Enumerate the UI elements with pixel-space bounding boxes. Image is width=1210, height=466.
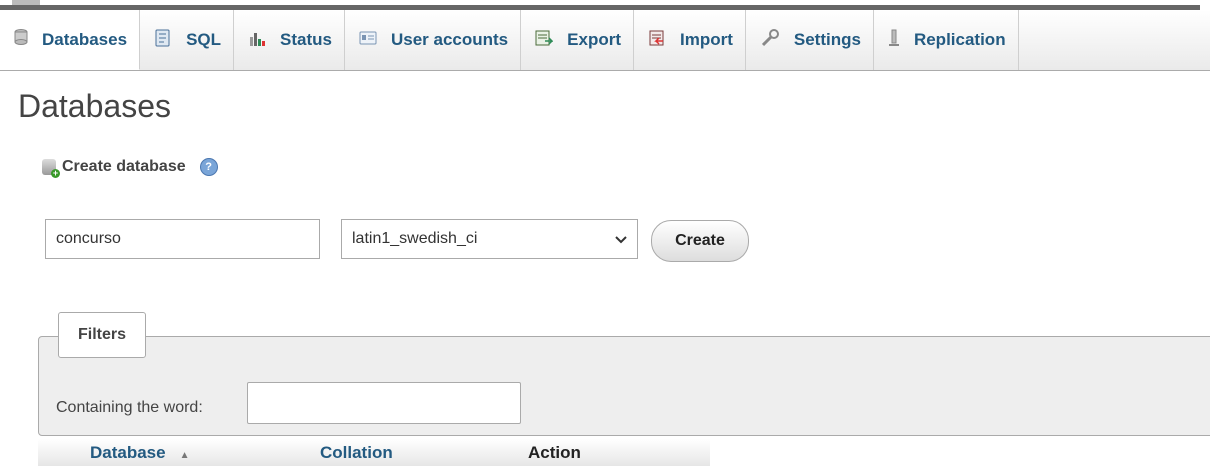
create-database-heading: + Create database ? xyxy=(42,158,218,178)
filters-fieldset xyxy=(38,336,1210,436)
tab-user-accounts[interactable]: User accounts xyxy=(345,10,522,70)
settings-icon xyxy=(760,28,780,52)
database-header-label: Database xyxy=(90,443,166,462)
database-icon xyxy=(14,29,28,50)
sort-ascending-icon: ▲ xyxy=(179,450,190,461)
replication-icon xyxy=(888,29,900,52)
tab-label: Status xyxy=(280,30,332,49)
create-button[interactable]: Create xyxy=(651,220,749,262)
tab-import[interactable]: Import xyxy=(634,10,746,70)
export-icon xyxy=(535,29,554,52)
sql-icon xyxy=(154,29,172,52)
database-name-input[interactable] xyxy=(45,219,320,259)
tab-label: Import xyxy=(680,30,733,49)
page-title: Databases xyxy=(18,88,171,124)
collation-select[interactable]: latin1_swedish_ci xyxy=(341,219,638,259)
action-column-header: Action xyxy=(528,443,581,462)
tab-sql[interactable]: SQL xyxy=(140,10,235,70)
databases-table-header: Database ▲ Collation Action xyxy=(38,439,710,466)
tab-label: SQL xyxy=(186,30,222,49)
tab-label: Export xyxy=(567,30,621,49)
tab-label: Replication xyxy=(913,30,1006,49)
top-tabs: Databases SQL Status User accounts Expor… xyxy=(0,10,1210,71)
tab-label: Settings xyxy=(793,30,861,49)
tab-databases[interactable]: Databases xyxy=(0,10,141,70)
create-database-icon: + xyxy=(42,159,60,178)
window-top-strip xyxy=(0,0,1210,10)
tab-label: Databases xyxy=(42,29,128,49)
collation-column-header[interactable]: Collation xyxy=(320,443,393,463)
chevron-down-icon xyxy=(615,231,627,247)
tab-export[interactable]: Export xyxy=(521,10,634,70)
user-accounts-icon xyxy=(359,30,377,50)
help-icon[interactable]: ? xyxy=(199,158,218,176)
import-icon xyxy=(648,29,666,52)
filters-legend: Filters xyxy=(58,312,146,358)
status-icon xyxy=(248,29,266,52)
tab-replication[interactable]: Replication xyxy=(874,10,1019,70)
collation-value: latin1_swedish_ci xyxy=(352,230,478,247)
tab-status[interactable]: Status xyxy=(234,10,345,70)
containing-word-label: Containing the word: xyxy=(56,399,203,416)
database-column-header[interactable]: Database ▲ xyxy=(90,443,190,463)
tab-settings[interactable]: Settings xyxy=(746,10,874,70)
containing-word-input[interactable] xyxy=(247,382,521,424)
create-database-label: Create database xyxy=(62,158,186,175)
tab-label: User accounts xyxy=(390,30,509,49)
